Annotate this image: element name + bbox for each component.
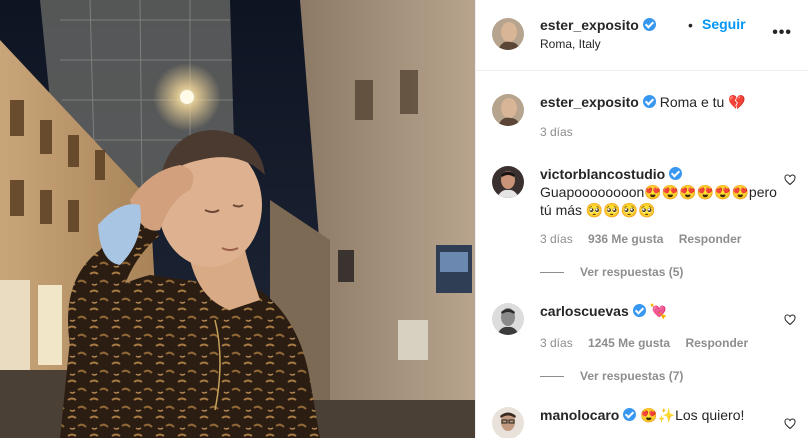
- caption-username[interactable]: ester_exposito: [540, 94, 639, 110]
- comments-list[interactable]: ester_exposito Roma e tu 💔 3 días victor…: [476, 71, 808, 438]
- comment-text: 💘: [649, 303, 668, 319]
- comment-likes[interactable]: 1245 Me gusta: [588, 336, 670, 350]
- heart-outline-icon[interactable]: [784, 418, 796, 430]
- comment-username[interactable]: victorblancostudio: [540, 166, 665, 182]
- heart-outline-icon[interactable]: [784, 314, 796, 326]
- comment-time: 3 días: [540, 232, 573, 246]
- comment-meta: 3 días 936 Me gusta Responder: [540, 232, 741, 246]
- comment-username[interactable]: carloscuevas: [540, 303, 629, 319]
- comment-text: 😍✨Los quiero!: [640, 407, 745, 423]
- comment-text-line: manolocaro 😍✨Los quiero!: [540, 406, 744, 424]
- comment-text: Guapoooooooon😍😍😍😍😍😍pero: [540, 184, 777, 200]
- heart-outline-icon[interactable]: [784, 174, 796, 186]
- replies-divider: [540, 272, 564, 274]
- verified-badge-icon: [642, 18, 656, 31]
- post-side-panel: ester_exposito • Seguir Roma, Italy ••• …: [475, 0, 808, 438]
- post-location[interactable]: Roma, Italy: [540, 37, 601, 51]
- comment-avatar-image: [492, 303, 524, 335]
- author-avatar[interactable]: [492, 18, 524, 50]
- post-header: ester_exposito • Seguir Roma, Italy •••: [476, 0, 808, 71]
- comment-avatar-image: [492, 166, 524, 198]
- reply-button[interactable]: Responder: [685, 336, 748, 350]
- caption-avatar[interactable]: [492, 94, 524, 126]
- verified-badge-icon: [632, 304, 646, 317]
- comment-username[interactable]: manolocaro: [540, 407, 619, 423]
- caption-avatar-image: [492, 94, 524, 126]
- comment-likes[interactable]: 936 Me gusta: [588, 232, 663, 246]
- reply-button[interactable]: Responder: [679, 232, 742, 246]
- comment-text-line: victorblancostudio: [540, 165, 683, 183]
- post-image: [0, 0, 475, 438]
- verified-badge-icon: [623, 408, 637, 421]
- caption-text: Roma e tu 💔: [659, 94, 746, 110]
- comment-avatar[interactable]: [492, 407, 524, 438]
- view-replies-button[interactable]: Ver respuestas (5): [540, 265, 683, 279]
- caption-time: 3 días: [540, 125, 573, 139]
- more-options-icon[interactable]: •••: [772, 24, 792, 42]
- view-replies-button[interactable]: Ver respuestas (7): [540, 369, 683, 383]
- header-separator: •: [688, 17, 693, 33]
- post-photo[interactable]: [0, 0, 475, 438]
- author-avatar-image: [492, 18, 524, 50]
- comment-meta: 3 días 1245 Me gusta Responder: [540, 336, 748, 350]
- instagram-post: ester_exposito • Seguir Roma, Italy ••• …: [0, 0, 808, 438]
- follow-button[interactable]: Seguir: [702, 16, 746, 32]
- verified-badge-icon: [669, 167, 683, 180]
- comment-avatar[interactable]: [492, 303, 524, 335]
- author-username[interactable]: ester_exposito: [540, 17, 656, 33]
- comment-time: 3 días: [540, 336, 573, 350]
- caption-text-line: ester_exposito Roma e tu 💔: [540, 93, 746, 111]
- comment-text-line: carloscuevas 💘: [540, 302, 667, 320]
- replies-divider: [540, 376, 564, 378]
- comment-text-continued: tú más 🥺🥺🥺🥺: [540, 202, 656, 218]
- comment-avatar[interactable]: [492, 166, 524, 198]
- verified-badge-icon: [642, 95, 656, 108]
- comment-avatar-image: [492, 407, 524, 438]
